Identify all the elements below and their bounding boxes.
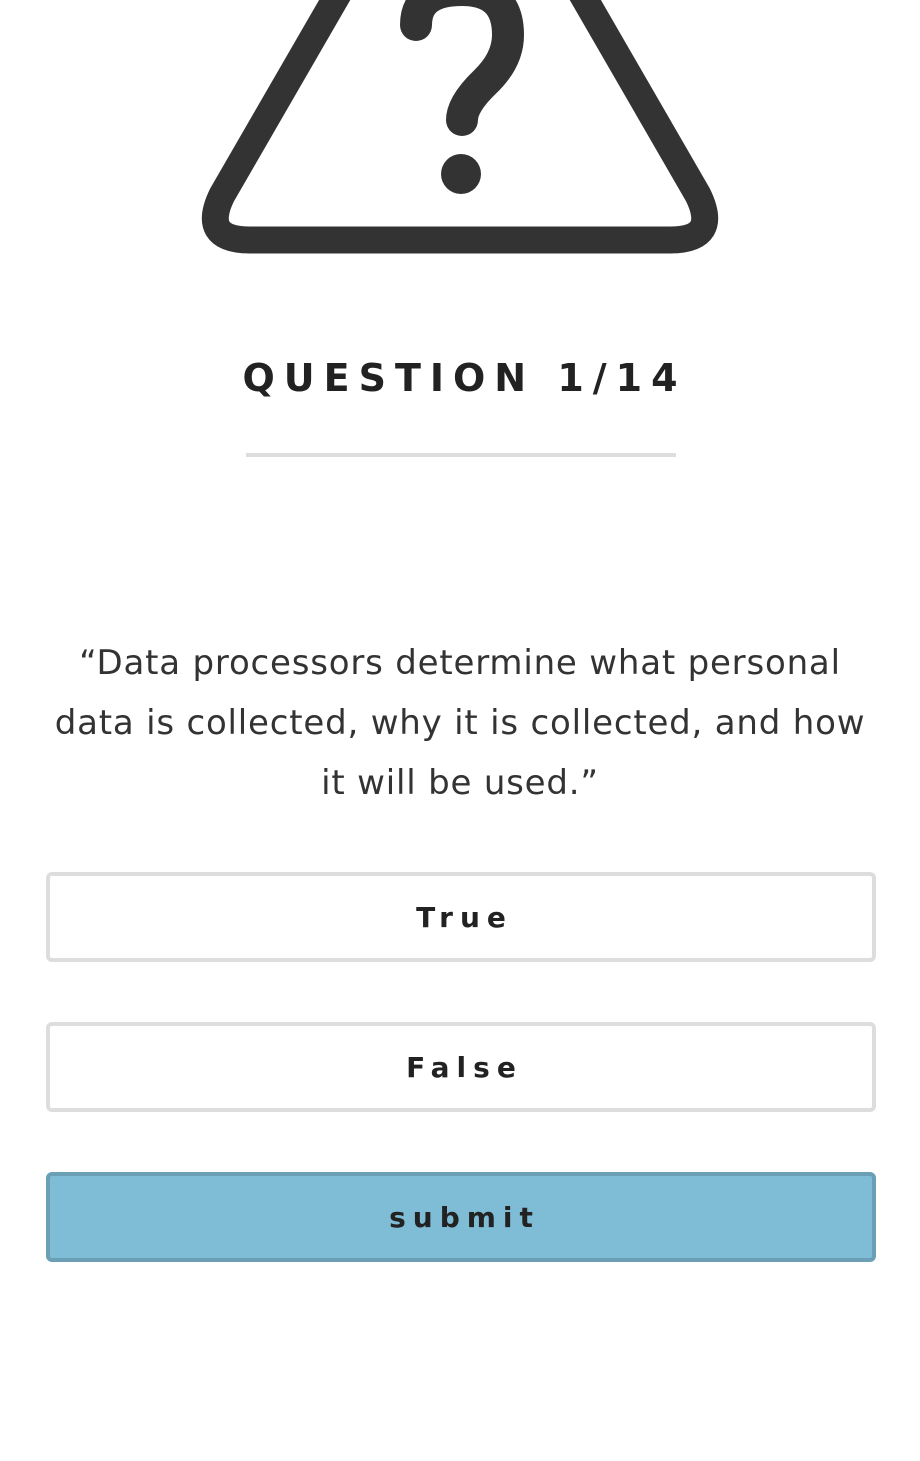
submit-button[interactable]: submit	[46, 1172, 876, 1262]
question-text: “Data processors determine what personal…	[54, 643, 866, 803]
answer-false-button[interactable]: False	[46, 1022, 876, 1112]
submit-label: submit	[389, 1200, 540, 1234]
warning-question-icon	[0, 0, 920, 270]
question-counter: QUESTION 1/14	[242, 356, 687, 400]
answer-true-label: True	[416, 900, 513, 934]
answer-true-button[interactable]: True	[46, 872, 876, 962]
heading-divider	[246, 453, 676, 457]
answer-false-label: False	[406, 1050, 523, 1084]
